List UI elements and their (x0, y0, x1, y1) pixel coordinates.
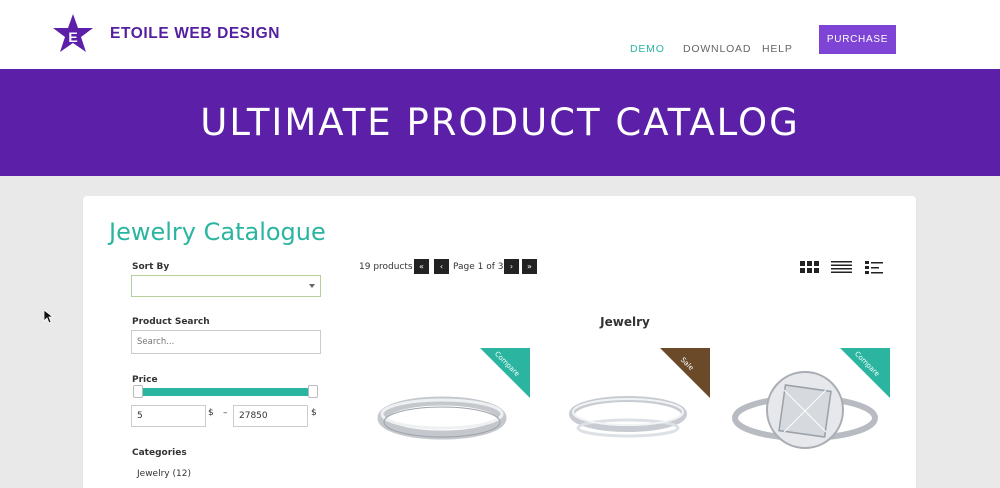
chevron-down-icon (309, 284, 315, 288)
currency-symbol: $ (311, 408, 317, 418)
price-max-input[interactable]: 27850 (233, 405, 308, 427)
product-card[interactable]: Compare (360, 348, 530, 473)
price-min-input[interactable]: 5 (131, 405, 206, 427)
sort-by-select[interactable] (131, 275, 321, 297)
product-search-label: Product Search (132, 317, 210, 327)
price-slider-max-handle[interactable] (308, 385, 318, 398)
price-label: Price (132, 375, 158, 385)
brand-name[interactable]: ETOILE WEB DESIGN (110, 25, 280, 43)
product-search-input[interactable] (131, 330, 321, 354)
price-slider-range[interactable] (138, 388, 312, 396)
star-logo-icon[interactable]: E (53, 14, 93, 54)
price-range-dash: – (223, 408, 228, 418)
price-slider-min-handle[interactable] (133, 385, 143, 398)
category-jewelry[interactable]: Jewelry (12) (137, 469, 191, 479)
mouse-cursor-icon (44, 310, 54, 324)
product-card[interactable]: Compare (720, 348, 890, 473)
catalog-title: Jewelry Catalogue (109, 218, 326, 246)
section-title: Jewelry (600, 315, 650, 329)
categories-label: Categories (132, 448, 187, 458)
svg-text:E: E (68, 29, 77, 45)
currency-symbol: $ (208, 408, 214, 418)
product-section: Jewelry (360, 0, 890, 340)
sort-by-label: Sort By (132, 262, 170, 272)
product-card[interactable]: Sale (540, 348, 710, 473)
